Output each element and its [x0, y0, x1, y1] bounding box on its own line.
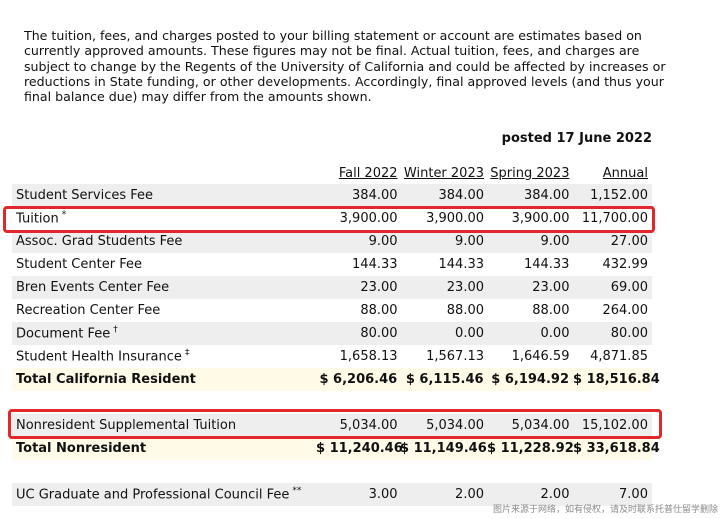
fee-value: 69.00: [610, 280, 648, 295]
fee-value: 9.00: [455, 234, 484, 249]
fee-value: 144.33: [352, 257, 398, 272]
table-row: Assoc. Grad Students Fee 9.00 9.00 9.00 …: [12, 230, 652, 253]
row-spacer: [12, 460, 652, 483]
disclaimer-line: currently approved amounts. These figure…: [24, 43, 640, 59]
total-value: $ 11,149.46: [400, 441, 487, 456]
fee-value: 9.00: [540, 234, 570, 249]
fee-name: Student Services Fee: [16, 188, 154, 203]
fee-value: 1,646.59: [511, 349, 570, 364]
fee-value: 1,658.13: [339, 349, 398, 364]
fee-value: 23.00: [446, 280, 484, 295]
watermark: 图片来源于网络，如有侵权，请及时联系托普仕留学删除: [492, 505, 718, 515]
fee-value: 432.99: [602, 257, 648, 272]
total-label: Total California Resident: [16, 372, 196, 387]
fee-name: Recreation Center Fee: [16, 303, 161, 318]
fee-value: 3.00: [368, 487, 398, 502]
fee-value: 88.00: [360, 303, 398, 318]
fee-name: Student Center Fee: [16, 257, 142, 272]
total-value: $ 11,240.46: [316, 441, 403, 456]
fee-value: 144.33: [523, 257, 570, 272]
disclaimer-line: final balance due) may differ from the a…: [24, 89, 372, 105]
disclaimer-line: reductions in State funding, or other de…: [24, 73, 664, 89]
fee-value: 7.00: [619, 487, 648, 502]
fee-value: 2.00: [540, 487, 570, 502]
table-row: Student Services Fee 384.00 384.00 384.0…: [12, 184, 652, 207]
total-value: $ 6,194.92: [491, 372, 569, 387]
total-value: $ 18,516.84: [573, 372, 660, 387]
fee-value: 23.00: [360, 280, 398, 295]
total-value: $ 6,115.46: [405, 372, 484, 387]
total-value: $ 11,228.92: [487, 441, 574, 456]
fee-value: 88.00: [532, 303, 570, 318]
fee-value: 0.00: [540, 326, 570, 341]
fee-value: 4,871.85: [590, 349, 648, 364]
total-nonresident-row: Total Nonresident $ 11,240.46 $ 11,149.4…: [12, 437, 660, 460]
fee-name: Document Fee †: [16, 325, 118, 342]
table-header: Fall 2022 Winter 2023 Spring 2023 Annual: [12, 162, 652, 184]
fee-name: UC Graduate and Professional Council Fee…: [16, 486, 302, 503]
tuition-highlight-box: [3, 206, 655, 233]
fee-value: 80.00: [360, 326, 398, 341]
disclaimer-line: The tuition, fees, and charges posted to…: [24, 28, 642, 43]
total-value: $ 33,618.84: [573, 441, 660, 456]
fee-value: 80.00: [610, 326, 648, 341]
fee-disclaimer: The tuition, fees, and charges posted to…: [24, 28, 666, 105]
total-label: Total Nonresident: [16, 441, 147, 456]
fee-value: 264.00: [602, 303, 648, 318]
fee-value: 9.00: [368, 234, 398, 249]
fee-value: 1,152.00: [590, 188, 648, 203]
fee-value: 88.00: [446, 303, 484, 318]
fee-value: 1,567.13: [426, 349, 484, 364]
column-header-winter[interactable]: Winter 2023: [402, 166, 488, 181]
fee-value: 384.00: [523, 188, 570, 203]
fee-value: 2.00: [455, 487, 484, 502]
fee-name: Bren Events Center Fee: [16, 280, 170, 295]
fee-value: 384.00: [352, 188, 398, 203]
column-header-fall[interactable]: Fall 2022: [318, 166, 401, 181]
footnote-mark: ‡: [184, 348, 190, 359]
table-row: Recreation Center Fee 88.00 88.00 88.00 …: [12, 299, 652, 322]
fee-value: 384.00: [438, 188, 485, 203]
table-row: Student Center Fee 144.33 144.33 144.33 …: [12, 253, 652, 276]
fee-name: Student Health Insurance ‡: [16, 348, 190, 365]
footnote-mark: **: [292, 486, 302, 497]
table-row: Bren Events Center Fee 23.00 23.00 23.00…: [12, 276, 652, 299]
total-value: $ 6,206.46: [319, 372, 398, 387]
nonresident-highlight-box: [8, 409, 662, 439]
column-header-spring[interactable]: Spring 2023: [488, 166, 573, 181]
disclaimer-line: subject to change by the Regents of the …: [24, 58, 666, 74]
column-header-annual[interactable]: Annual: [573, 166, 652, 181]
posted-date: posted 17 June 2022: [501, 131, 652, 146]
footnote-mark: †: [113, 325, 118, 336]
fee-value: 23.00: [532, 280, 570, 295]
fee-value: 144.33: [438, 257, 485, 272]
total-resident-row: Total California Resident $ 6,206.46 $ 6…: [12, 368, 660, 391]
fee-value: 27.00: [610, 234, 648, 249]
fee-name: Assoc. Grad Students Fee: [16, 234, 183, 249]
table-row: Document Fee † 80.00 0.00 0.00 80.00: [12, 322, 652, 345]
table-row: Student Health Insurance ‡ 1,658.13 1,567…: [12, 345, 652, 368]
fee-value: 0.00: [455, 326, 484, 341]
